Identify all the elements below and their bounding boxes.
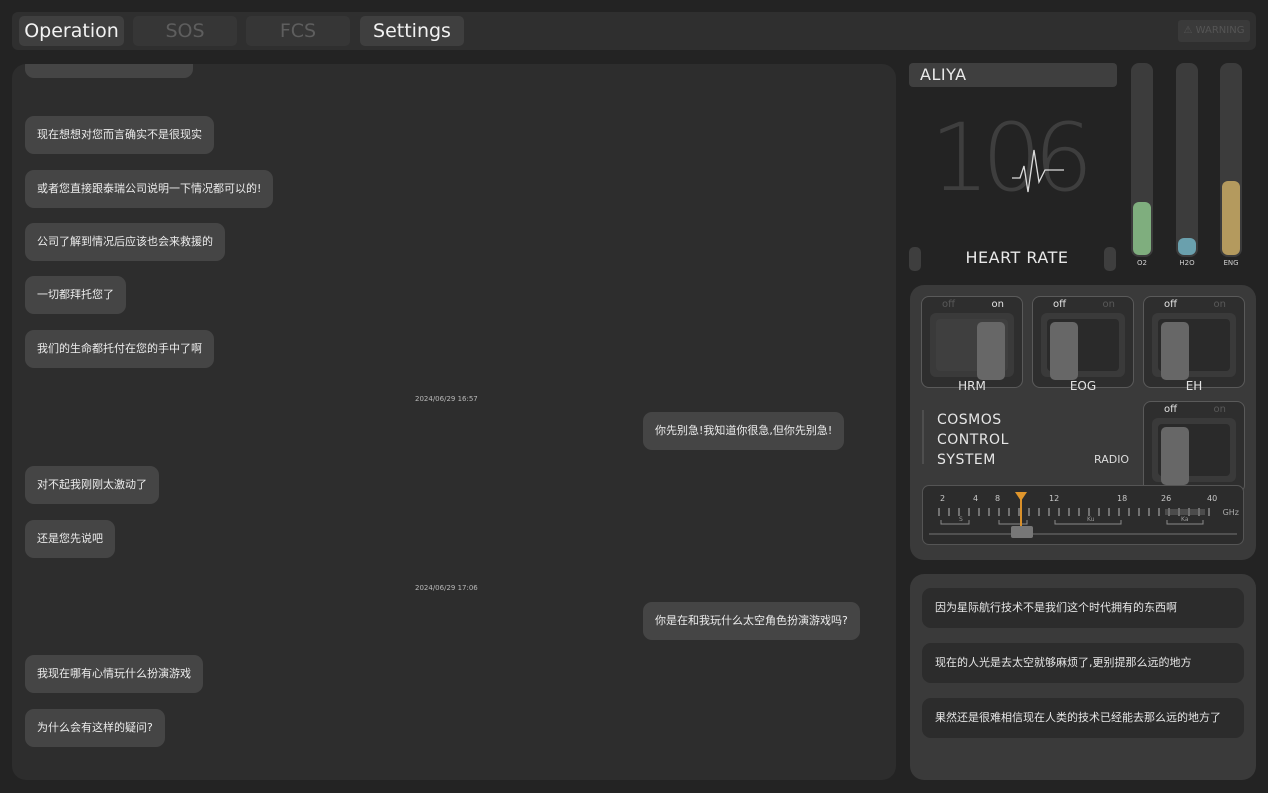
switch-lever[interactable] bbox=[977, 322, 1005, 380]
tuner-tick-label: 40 bbox=[1207, 494, 1218, 503]
chat-panel: 现在想想对您而言确实不是很现实 或者您直接跟泰瑞公司说明一下情况都可以的! 公司… bbox=[12, 64, 896, 780]
chat-bubble-right: 你先别急!我知道你很急,但你先别急! bbox=[643, 412, 845, 450]
tuner-tick-label: 2 bbox=[940, 494, 946, 503]
tab-settings[interactable]: Settings bbox=[360, 16, 464, 46]
chat-bubble-left: 现在想想对您而言确实不是很现实 bbox=[25, 116, 214, 154]
switch-off-label: off bbox=[942, 299, 956, 310]
eng-gauge bbox=[1220, 63, 1242, 257]
warning-indicator: ⚠ WARNING bbox=[1178, 20, 1250, 42]
tuner-tick-label: 18 bbox=[1117, 494, 1128, 503]
heart-rate-label: HEART RATE bbox=[965, 248, 1069, 267]
switch-track bbox=[1152, 418, 1236, 485]
switch-on-label: on bbox=[1213, 404, 1226, 415]
system-title: COSMOS CONTROL SYSTEM bbox=[922, 410, 1009, 468]
tuner-unit: GHz bbox=[1222, 508, 1239, 517]
tuner-tick-label: 4 bbox=[973, 494, 979, 503]
tuner-needle-head bbox=[1015, 492, 1027, 501]
o2-gauge bbox=[1131, 63, 1153, 257]
switch-off-label: off bbox=[1164, 404, 1178, 415]
h2o-label: H2O bbox=[1179, 259, 1195, 267]
system-title-line: SYSTEM bbox=[937, 452, 996, 468]
chat-bubble-left: 还是您先说吧 bbox=[25, 520, 115, 558]
chat-bubble-left: 为什么会有这样的疑问? bbox=[25, 709, 165, 747]
eog-switch[interactable]: off on bbox=[1032, 296, 1134, 388]
h2o-gauge bbox=[1176, 63, 1198, 257]
tuner-tick-label: 12 bbox=[1049, 494, 1060, 503]
tuner-rail bbox=[929, 533, 1237, 535]
switch-track bbox=[1041, 313, 1125, 380]
crew-name: ALIYA bbox=[909, 63, 1117, 87]
right-knob[interactable] bbox=[1104, 247, 1116, 271]
switch-on-label: on bbox=[1213, 299, 1226, 310]
tab-operation[interactable]: Operation bbox=[19, 16, 124, 46]
eh-switch[interactable]: off on bbox=[1143, 296, 1245, 388]
tuner-band-label: Ka bbox=[1181, 516, 1189, 523]
tuner-slider-knob[interactable] bbox=[1011, 526, 1033, 538]
system-title-line: CONTROL bbox=[937, 432, 1009, 448]
top-nav-bar: Operation SOS FCS Settings ⚠ WARNING bbox=[12, 12, 1256, 50]
chat-bubble-left: 我现在哪有心情玩什么扮演游戏 bbox=[25, 655, 203, 693]
reply-options-panel: 因为星际航行技术不是我们这个时代拥有的东西啊 现在的人光是去太空就够麻烦了,更别… bbox=[910, 574, 1256, 780]
tuner-band-label: S bbox=[959, 516, 963, 523]
chat-bubble-left: 我们的生命都托付在您的手中了啊 bbox=[25, 330, 214, 368]
radio-switch[interactable]: off on bbox=[1143, 401, 1245, 493]
frequency-tuner[interactable]: 2 4 8 12 18 26 40 GHz S Ku Ka bbox=[922, 485, 1244, 545]
switch-off-label: off bbox=[1053, 299, 1067, 310]
chat-bubble-left: 或者您直接跟泰瑞公司说明一下情况都可以的! bbox=[25, 170, 274, 208]
chat-bubble-left: 对不起我刚刚太激动了 bbox=[25, 466, 159, 504]
eh-label: EH bbox=[1185, 379, 1203, 393]
eng-label: ENG bbox=[1223, 259, 1239, 267]
heartbeat-wave-icon bbox=[1012, 149, 1064, 193]
switch-lever[interactable] bbox=[1161, 427, 1189, 485]
o2-label: O2 bbox=[1137, 259, 1147, 267]
tuner-scale bbox=[938, 508, 1210, 525]
chat-bubble-partial bbox=[25, 64, 193, 78]
chat-bubble-right: 你是在和我玩什么太空角色扮演游戏吗? bbox=[643, 602, 860, 640]
eog-label: EOG bbox=[1069, 379, 1097, 393]
reply-option[interactable]: 果然还是很难相信现在人类的技术已经能去那么远的地方了 bbox=[922, 698, 1244, 738]
tab-sos[interactable]: SOS bbox=[133, 16, 237, 46]
reply-option[interactable]: 因为星际航行技术不是我们这个时代拥有的东西啊 bbox=[922, 588, 1244, 628]
switch-track bbox=[930, 313, 1014, 380]
chat-bubble-left: 公司了解到情况后应该也会来救援的 bbox=[25, 223, 225, 261]
tab-fcs[interactable]: FCS bbox=[246, 16, 350, 46]
chat-timestamp: 2024/06/29 17:06 bbox=[415, 584, 478, 592]
system-title-line: COSMOS bbox=[937, 412, 1002, 428]
left-knob[interactable] bbox=[909, 247, 921, 271]
switch-off-label: off bbox=[1164, 299, 1178, 310]
switch-on-label: on bbox=[991, 299, 1004, 310]
hrm-switch[interactable]: off on bbox=[921, 296, 1023, 388]
reply-option[interactable]: 现在的人光是去太空就够麻烦了,更别提那么远的地方 bbox=[922, 643, 1244, 683]
hrm-label: HRM bbox=[958, 379, 986, 393]
switch-track bbox=[1152, 313, 1236, 380]
switch-lever[interactable] bbox=[1050, 322, 1078, 380]
switch-on-label: on bbox=[1102, 299, 1115, 310]
radio-label: RADIO bbox=[1094, 453, 1130, 466]
chat-timestamp: 2024/06/29 16:57 bbox=[415, 395, 478, 403]
switch-lever[interactable] bbox=[1161, 322, 1189, 380]
tuner-band-label: Ku bbox=[1087, 516, 1095, 523]
tuner-tick-label: 8 bbox=[995, 494, 1001, 503]
chat-bubble-left: 一切都拜托您了 bbox=[25, 276, 126, 314]
tuner-tick-label: 26 bbox=[1161, 494, 1172, 503]
